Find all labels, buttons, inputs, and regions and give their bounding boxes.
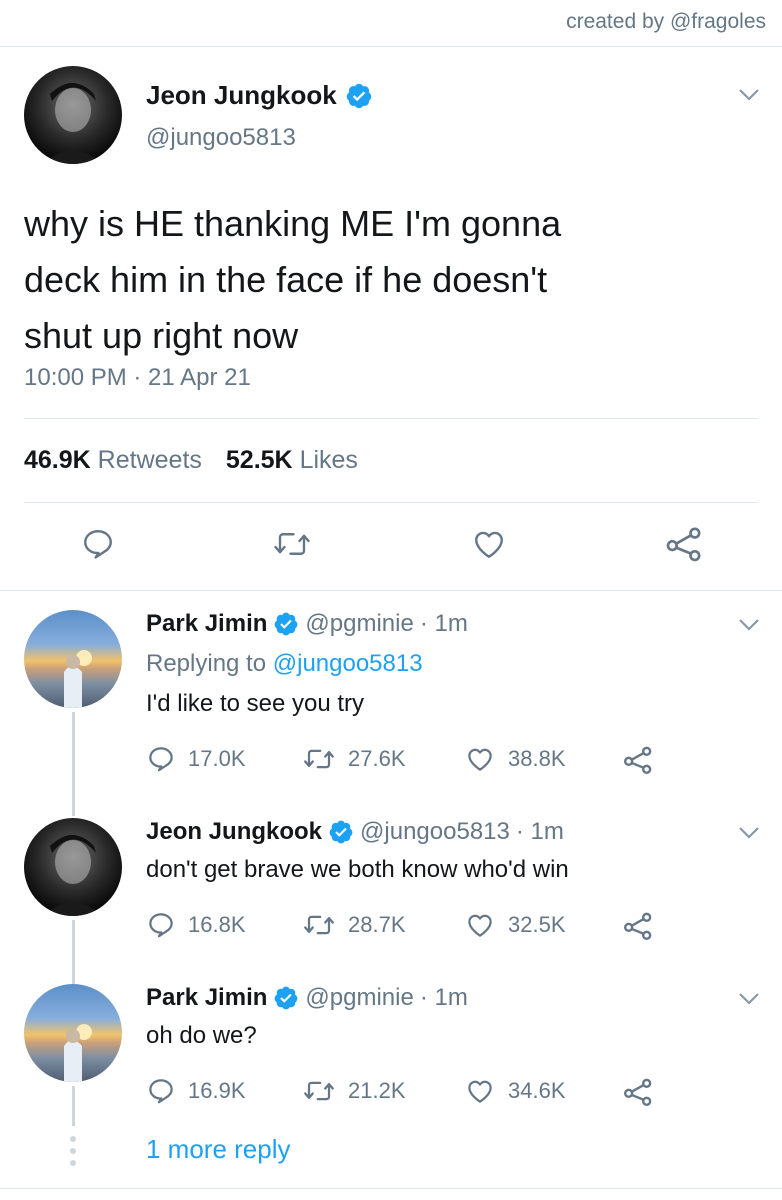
divider (0, 590, 782, 591)
replying-to-handle[interactable]: @jungoo5813 (273, 650, 423, 677)
reply-count: 17.0K (188, 746, 246, 771)
reply-text: I'd like to see you try (146, 690, 365, 717)
reply-icon (149, 913, 173, 938)
retweet-icon (304, 1081, 334, 1101)
retweet-count: 21.2K (348, 1078, 406, 1103)
divider (0, 46, 782, 47)
chevron-down-icon[interactable] (738, 88, 760, 102)
reply-action[interactable]: 17.0K (146, 744, 246, 774)
replying-to: Replying to @jungoo5813 (146, 650, 423, 678)
reply-author-name[interactable]: Jeon Jungkook (146, 818, 322, 846)
reply-author-name[interactable]: Park Jimin (146, 984, 267, 1012)
share-icon[interactable] (664, 524, 704, 564)
verified-icon (346, 83, 371, 108)
reply-icon (149, 1079, 173, 1104)
author-row: Jeon Jungkook (146, 80, 373, 111)
likes-stat[interactable]: 52.5K Likes (226, 446, 358, 475)
retweets-stat[interactable]: 46.9K Retweets (24, 446, 202, 475)
retweet-icon (304, 915, 334, 935)
like-count: 38.8K (508, 746, 566, 771)
like-action[interactable]: 34.6K (464, 1076, 566, 1106)
author-name[interactable]: Jeon Jungkook (146, 80, 337, 111)
chevron-down-icon[interactable] (738, 992, 760, 1006)
tweet-stats: 46.9K Retweets 52.5K Likes (24, 446, 358, 475)
tweet-text: why is HE thanking ME I'm gonna deck him… (24, 196, 724, 364)
verified-icon (329, 820, 353, 844)
like-count: 34.6K (508, 1078, 566, 1103)
reply-author-handle[interactable]: @jungoo5813 (360, 818, 510, 846)
chevron-down-icon[interactable] (738, 826, 760, 840)
divider (24, 502, 758, 503)
replying-to-label: Replying to (146, 650, 267, 677)
tweet-timestamp[interactable]: 10:00 PM · 21 Apr 21 (24, 364, 251, 392)
reply-time: · 1m (419, 984, 468, 1011)
heart-icon (468, 914, 492, 937)
likes-label: Likes (299, 446, 358, 474)
reply-count: 16.8K (188, 912, 246, 937)
reply-text: oh do we? (146, 1022, 257, 1049)
reply-icon (149, 747, 173, 772)
divider (24, 418, 758, 419)
heart-icon[interactable] (470, 526, 508, 562)
more-replies-link[interactable]: 1 more reply (146, 1134, 291, 1165)
author-handle[interactable]: @jungoo5813 (146, 124, 296, 152)
more-dots-icon (70, 1136, 76, 1166)
retweet-action[interactable]: 28.7K (302, 910, 406, 940)
thread-line (72, 712, 75, 816)
retweet-action[interactable]: 27.6K (302, 744, 406, 774)
share-icon[interactable] (622, 1076, 654, 1108)
reply-text: don't get brave we both know who'd win (146, 856, 569, 883)
retweet-count: 27.6K (348, 746, 406, 771)
reply-header: Jeon Jungkook @jungoo5813 · 1m (146, 818, 564, 846)
reply-author-handle[interactable]: @pgminie (305, 610, 413, 638)
avatar[interactable] (24, 66, 122, 164)
retweet-icon[interactable] (272, 526, 312, 562)
tweet-text-line: why is HE thanking ME I'm gonna (24, 203, 562, 244)
thread-line (72, 1086, 75, 1126)
likes-count: 52.5K (225, 446, 293, 474)
tweet-text-line: shut up right now (24, 315, 299, 356)
divider (0, 1188, 782, 1189)
reply-icon[interactable] (80, 526, 116, 562)
thread-line (72, 920, 75, 984)
avatar[interactable] (24, 818, 122, 916)
reply-action[interactable]: 16.9K (146, 1076, 246, 1106)
avatar[interactable] (24, 984, 122, 1082)
reply-count: 16.9K (188, 1078, 246, 1103)
heart-icon (468, 748, 492, 771)
chevron-down-icon[interactable] (738, 618, 760, 632)
verified-icon (275, 986, 298, 1010)
credit-text: created by @fragoles (566, 10, 766, 33)
retweet-action[interactable]: 21.2K (302, 1076, 406, 1106)
like-count: 32.5K (508, 912, 566, 937)
share-icon[interactable] (622, 744, 654, 776)
reply-time: · 1m (515, 818, 564, 845)
like-action[interactable]: 32.5K (464, 910, 566, 940)
tweet-text-line: deck him in the face if he doesn't (24, 259, 548, 300)
reply-author-name[interactable]: Park Jimin (146, 610, 267, 638)
retweet-count: 28.7K (348, 912, 406, 937)
avatar[interactable] (24, 610, 122, 708)
like-action[interactable]: 38.8K (464, 744, 566, 774)
reply-author-handle[interactable]: @pgminie (305, 984, 413, 1012)
share-icon[interactable] (622, 910, 654, 942)
reply-header: Park Jimin @pgminie · 1m (146, 984, 468, 1012)
reply-action[interactable]: 16.8K (146, 910, 246, 940)
retweet-icon (304, 749, 334, 769)
verified-icon (275, 612, 298, 636)
heart-icon (468, 1080, 492, 1103)
reply-header: Park Jimin @pgminie · 1m (146, 610, 468, 638)
reply-time: · 1m (419, 610, 468, 637)
retweets-label: Retweets (97, 446, 202, 474)
retweets-count: 46.9K (24, 446, 91, 474)
